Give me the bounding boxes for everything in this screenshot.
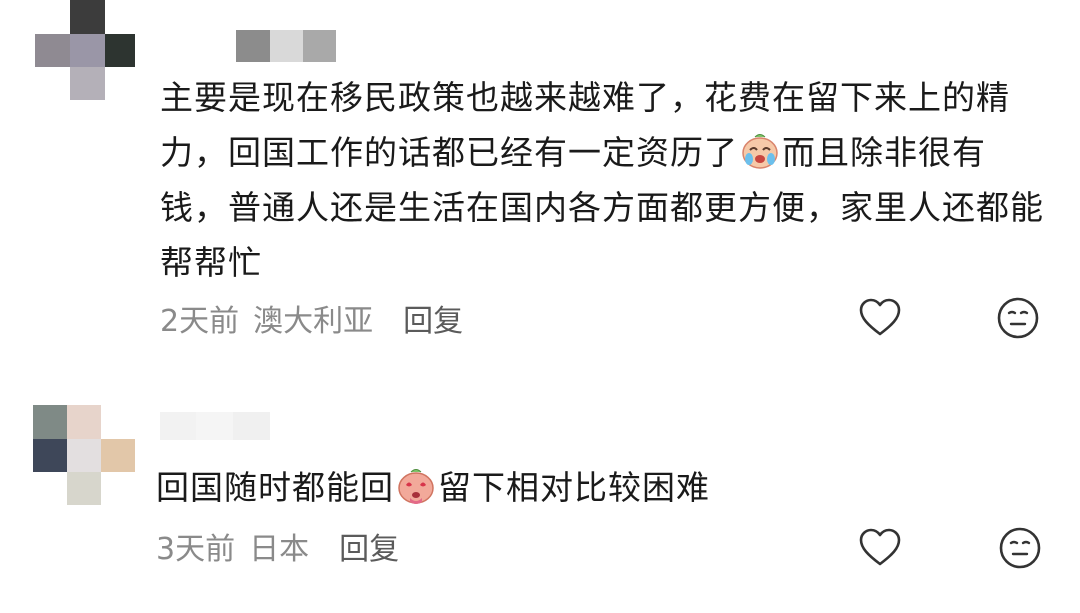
heart-eyes-face-emoji (398, 469, 434, 504)
comment-item: 主要是现在移民政策也越来越难了，花费在留下来上的精力，回国工作的话都已经有一定资… (0, 0, 1080, 360)
comment-text: 主要是现在移民政策也越来越难了，花费在留下来上的精力，回国工作的话都已经有一定资… (160, 70, 1050, 290)
comment-item: 回国随时都能回 留下相对比较困难 3天前 日本 回复 (0, 360, 1080, 613)
expressionless-face-icon[interactable] (996, 296, 1040, 340)
reply-button[interactable]: 回复 (339, 524, 399, 568)
reply-button[interactable]: 回复 (403, 296, 463, 340)
heart-outline-icon[interactable] (858, 296, 902, 340)
heart-outline-icon[interactable] (858, 526, 902, 570)
comment-text: 回国随时都能回 留下相对比较困难 (156, 460, 1046, 515)
comment-time: 3天前 (156, 532, 236, 567)
expressionless-face-icon[interactable] (998, 526, 1042, 570)
comment-time: 2天前 (160, 304, 240, 339)
comment-location: 澳大利亚 (253, 304, 374, 339)
comment-text-part: 留下相对比较困难 (438, 468, 710, 507)
avatar[interactable] (33, 405, 135, 505)
comment-text-part: 回国随时都能回 (156, 468, 394, 507)
username[interactable] (160, 412, 270, 440)
crying-face-emoji (742, 134, 778, 169)
comment-meta: 2天前 澳大利亚 回复 (160, 296, 463, 340)
username[interactable] (236, 30, 336, 62)
avatar[interactable] (35, 0, 135, 100)
comment-meta: 3天前 日本 回复 (156, 524, 399, 568)
comment-location: 日本 (249, 532, 310, 567)
